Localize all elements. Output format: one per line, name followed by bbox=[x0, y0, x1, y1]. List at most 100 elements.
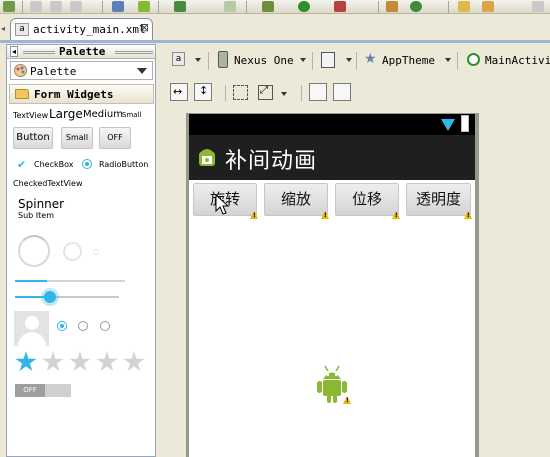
debug-icon[interactable] bbox=[262, 1, 274, 12]
palette-toggle-button[interactable]: OFF bbox=[99, 127, 131, 149]
zoom-in-icon[interactable] bbox=[309, 83, 327, 101]
palette-small-text[interactable]: Small bbox=[122, 111, 141, 119]
mouse-cursor-icon bbox=[215, 194, 229, 215]
chevron-down-icon[interactable] bbox=[346, 58, 352, 62]
wifi-signal-icon bbox=[441, 119, 455, 131]
palette-medium-text[interactable]: Medium bbox=[83, 109, 123, 120]
new-class-icon[interactable] bbox=[386, 1, 398, 12]
chevron-down-icon[interactable] bbox=[300, 58, 306, 62]
palette-spinner-subitem: Sub Item bbox=[18, 211, 54, 220]
star-filled-icon[interactable] bbox=[15, 351, 37, 372]
animation-button-row: 旋转 缩放 位移 透明度 bbox=[189, 180, 475, 219]
chevron-down-icon[interactable] bbox=[281, 92, 287, 96]
palette-panel: ◂ Palette Palette Form Widgets TextView … bbox=[6, 44, 156, 457]
xml-file-icon: a bbox=[15, 23, 29, 36]
radio-empty-icon[interactable] bbox=[100, 321, 110, 331]
palette-checkbox[interactable]: CheckBox bbox=[34, 160, 73, 169]
search-icon[interactable] bbox=[482, 1, 494, 12]
palette-button-label: Button bbox=[16, 132, 50, 143]
palette-button[interactable]: Button bbox=[13, 127, 53, 149]
fit-height-icon[interactable]: ↕ bbox=[194, 83, 212, 101]
zoom-fit-icon[interactable]: ⤢ bbox=[258, 85, 273, 100]
orientation-icon[interactable] bbox=[321, 52, 335, 68]
palette-textview[interactable]: TextView bbox=[13, 111, 48, 120]
open-folder-icon[interactable] bbox=[458, 1, 470, 12]
form-widgets-header[interactable]: Form Widgets bbox=[9, 84, 154, 104]
checkbox-icon[interactable] bbox=[174, 1, 186, 12]
toolbar-separator bbox=[457, 52, 458, 70]
more-icon[interactable] bbox=[532, 1, 544, 12]
device-screen[interactable]: 补间动画 旋转 缩放 位移 透明度 bbox=[189, 114, 475, 457]
external-tools-icon[interactable] bbox=[334, 1, 346, 12]
download-icon[interactable] bbox=[112, 1, 124, 12]
palette-dropdown-label: Palette bbox=[30, 65, 77, 78]
progress-small-icon[interactable] bbox=[93, 249, 99, 255]
editor-tab-label: activity_main.xml bbox=[33, 23, 146, 36]
progress-large-icon[interactable] bbox=[18, 235, 50, 267]
radio-selected-icon[interactable] bbox=[57, 321, 67, 331]
chevron-down-icon[interactable] bbox=[445, 58, 451, 62]
palette-large-text[interactable]: Large bbox=[49, 107, 83, 121]
drag-grip[interactable] bbox=[115, 51, 153, 54]
run-icon[interactable] bbox=[298, 1, 310, 12]
palette-spinner[interactable]: Spinner bbox=[18, 197, 64, 211]
zoom-out-icon[interactable] bbox=[333, 83, 351, 101]
show-bounds-icon[interactable] bbox=[233, 85, 248, 100]
save-all-icon[interactable] bbox=[50, 1, 62, 12]
tab-underline bbox=[0, 40, 550, 43]
save-icon[interactable] bbox=[30, 1, 42, 12]
warning-icon bbox=[392, 211, 400, 219]
palette-header: ◂ Palette bbox=[7, 45, 155, 59]
theme-selector[interactable]: AppTheme bbox=[382, 54, 435, 67]
tab-scroll-left-icon[interactable]: ◂ bbox=[1, 24, 9, 34]
progress-horizontal[interactable] bbox=[15, 280, 125, 282]
android-sdk-icon[interactable] bbox=[138, 1, 150, 12]
translate-button[interactable]: 位移 bbox=[335, 183, 399, 216]
alpha-button[interactable]: 透明度 bbox=[406, 183, 471, 216]
main-toolbar bbox=[0, 0, 550, 14]
progress-medium-icon[interactable] bbox=[63, 242, 82, 261]
scale-button-label: 缩放 bbox=[280, 190, 311, 208]
warning-icon bbox=[464, 211, 472, 219]
device-icon bbox=[218, 51, 228, 68]
palette-checkedtextview[interactable]: CheckedTextView bbox=[13, 179, 83, 188]
chevron-down-icon[interactable] bbox=[195, 58, 201, 62]
star-empty-icon[interactable] bbox=[42, 351, 64, 372]
scale-button[interactable]: 缩放 bbox=[264, 183, 328, 216]
new-package-icon[interactable] bbox=[410, 1, 422, 12]
editor-tab-activity-main[interactable]: a activity_main.xml ⊠ bbox=[10, 18, 153, 40]
collapse-arrow-icon[interactable]: ◂ bbox=[10, 46, 18, 57]
palette-icon bbox=[14, 64, 27, 77]
palette-small-button[interactable]: Small bbox=[61, 127, 93, 149]
star-empty-icon[interactable] bbox=[96, 351, 118, 372]
seekbar-thumb[interactable] bbox=[44, 291, 56, 303]
quick-contact-badge[interactable] bbox=[14, 311, 49, 346]
palette-dropdown[interactable]: Palette bbox=[10, 61, 153, 80]
star-empty-icon[interactable] bbox=[69, 351, 91, 372]
seekbar[interactable] bbox=[15, 296, 119, 298]
close-icon[interactable]: ⊠ bbox=[140, 21, 149, 34]
folder-open-icon bbox=[15, 89, 29, 99]
fit-width-icon[interactable]: ↔ bbox=[170, 83, 188, 101]
android-project-icon[interactable] bbox=[224, 1, 236, 12]
radio-empty-icon[interactable] bbox=[78, 321, 88, 331]
layout-editor-toolbar: a Nexus One ★ AppTheme MainActivit bbox=[160, 44, 550, 76]
drag-grip[interactable] bbox=[23, 51, 55, 54]
form-widgets-label: Form Widgets bbox=[34, 88, 114, 101]
toolbar-separator bbox=[356, 52, 357, 70]
toolbar-separator bbox=[312, 52, 313, 70]
palette-radiobutton[interactable]: RadioButton bbox=[99, 160, 148, 169]
battery-icon bbox=[461, 115, 469, 132]
palette-switch[interactable]: OFF bbox=[15, 384, 71, 397]
star-empty-icon[interactable] bbox=[123, 351, 145, 372]
print-icon[interactable] bbox=[70, 1, 82, 12]
new-file-icon[interactable] bbox=[3, 1, 15, 12]
toolbar-separator bbox=[448, 1, 449, 13]
layout-config-icon[interactable]: a bbox=[172, 52, 185, 66]
activity-selector[interactable]: MainActivit bbox=[485, 54, 550, 67]
avatar-head-icon bbox=[25, 316, 39, 330]
device-selector[interactable]: Nexus One bbox=[234, 54, 294, 67]
app-title: 补间动画 bbox=[225, 149, 318, 174]
progress-horizontal-fill bbox=[15, 280, 47, 282]
status-bar bbox=[189, 114, 475, 135]
